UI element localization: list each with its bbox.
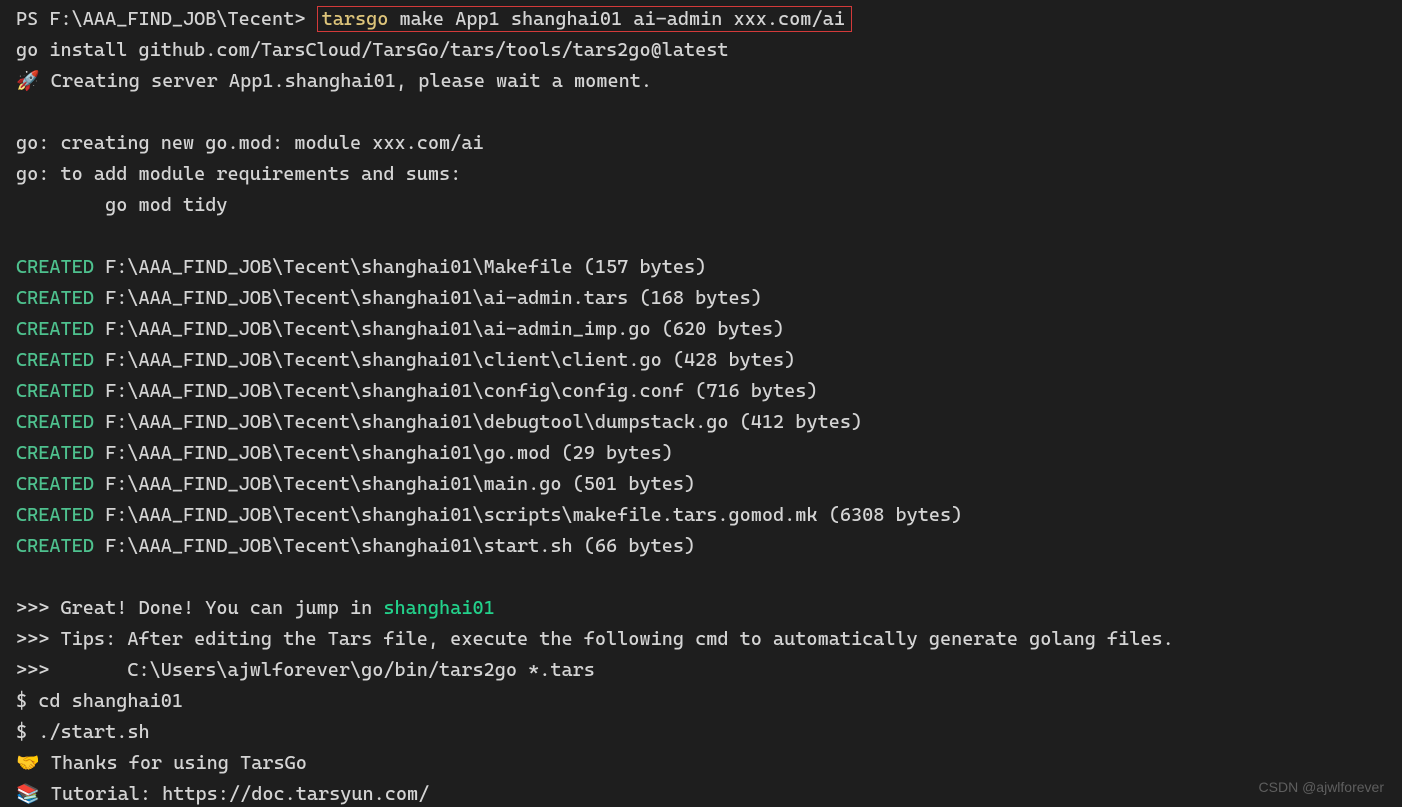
done-project-name: shanghai01: [383, 597, 494, 619]
created-path: F:\AAA_FIND_JOB\Tecent\shanghai01\start.…: [94, 535, 695, 557]
tips-line: >>> Tips: After editing the Tars file, e…: [16, 628, 1174, 650]
created-label: CREATED: [16, 535, 94, 557]
prompt-prefix: PS F:\AAA_FIND_JOB\Tecent>: [16, 8, 317, 30]
gomod-line-2: go: to add module requirements and sums:: [16, 163, 461, 185]
sh-start: $ ./start.sh: [16, 721, 150, 743]
created-label: CREATED: [16, 411, 94, 433]
created-path: F:\AAA_FIND_JOB\Tecent\shanghai01\go.mod…: [94, 442, 673, 464]
created-path: F:\AAA_FIND_JOB\Tecent\shanghai01\debugt…: [94, 411, 862, 433]
done-prefix: >>> Great! Done! You can jump in: [16, 597, 383, 619]
created-path: F:\AAA_FIND_JOB\Tecent\shanghai01\ai-adm…: [94, 287, 762, 309]
terminal-output[interactable]: PS F:\AAA_FIND_JOB\Tecent> tarsgo make A…: [0, 0, 1402, 807]
created-path: F:\AAA_FIND_JOB\Tecent\shanghai01\Makefi…: [94, 256, 706, 278]
handshake-icon: 🤝: [16, 752, 40, 774]
created-path: F:\AAA_FIND_JOB\Tecent\shanghai01\ai-adm…: [94, 318, 784, 340]
created-label: CREATED: [16, 349, 94, 371]
created-label: CREATED: [16, 256, 94, 278]
created-path: F:\AAA_FIND_JOB\Tecent\shanghai01\config…: [94, 380, 818, 402]
gomod-line-3: go mod tidy: [16, 194, 228, 216]
rocket-icon: 🚀: [16, 70, 40, 92]
creating-server-text: Creating server App1.shanghai01, please …: [40, 70, 652, 92]
gomod-line-1: go: creating new go.mod: module xxx.com/…: [16, 132, 484, 154]
created-label: CREATED: [16, 473, 94, 495]
created-label: CREATED: [16, 442, 94, 464]
tips-cmd: >>> C:\Users\ajwlforever\go/bin/tars2go …: [16, 659, 595, 681]
command-rest: make App1 shanghai01 ai-admin xxx.com/ai: [388, 8, 844, 30]
sh-cd: $ cd shanghai01: [16, 690, 183, 712]
highlighted-command-box: tarsgo make App1 shanghai01 ai-admin xxx…: [317, 6, 852, 32]
created-label: CREATED: [16, 318, 94, 340]
thanks-text: Thanks for using TarsGo: [40, 752, 307, 774]
books-icon: 📚: [16, 783, 40, 805]
command-first-word: tarsgo: [322, 8, 389, 30]
install-line: go install github.com/TarsCloud/TarsGo/t…: [16, 39, 729, 61]
created-path: F:\AAA_FIND_JOB\Tecent\shanghai01\main.g…: [94, 473, 695, 495]
created-path: F:\AAA_FIND_JOB\Tecent\shanghai01\script…: [94, 504, 962, 526]
tutorial-text: Tutorial: https://doc.tarsyun.com/: [40, 783, 430, 805]
created-label: CREATED: [16, 504, 94, 526]
created-label: CREATED: [16, 380, 94, 402]
created-label: CREATED: [16, 287, 94, 309]
created-path: F:\AAA_FIND_JOB\Tecent\shanghai01\client…: [94, 349, 795, 371]
